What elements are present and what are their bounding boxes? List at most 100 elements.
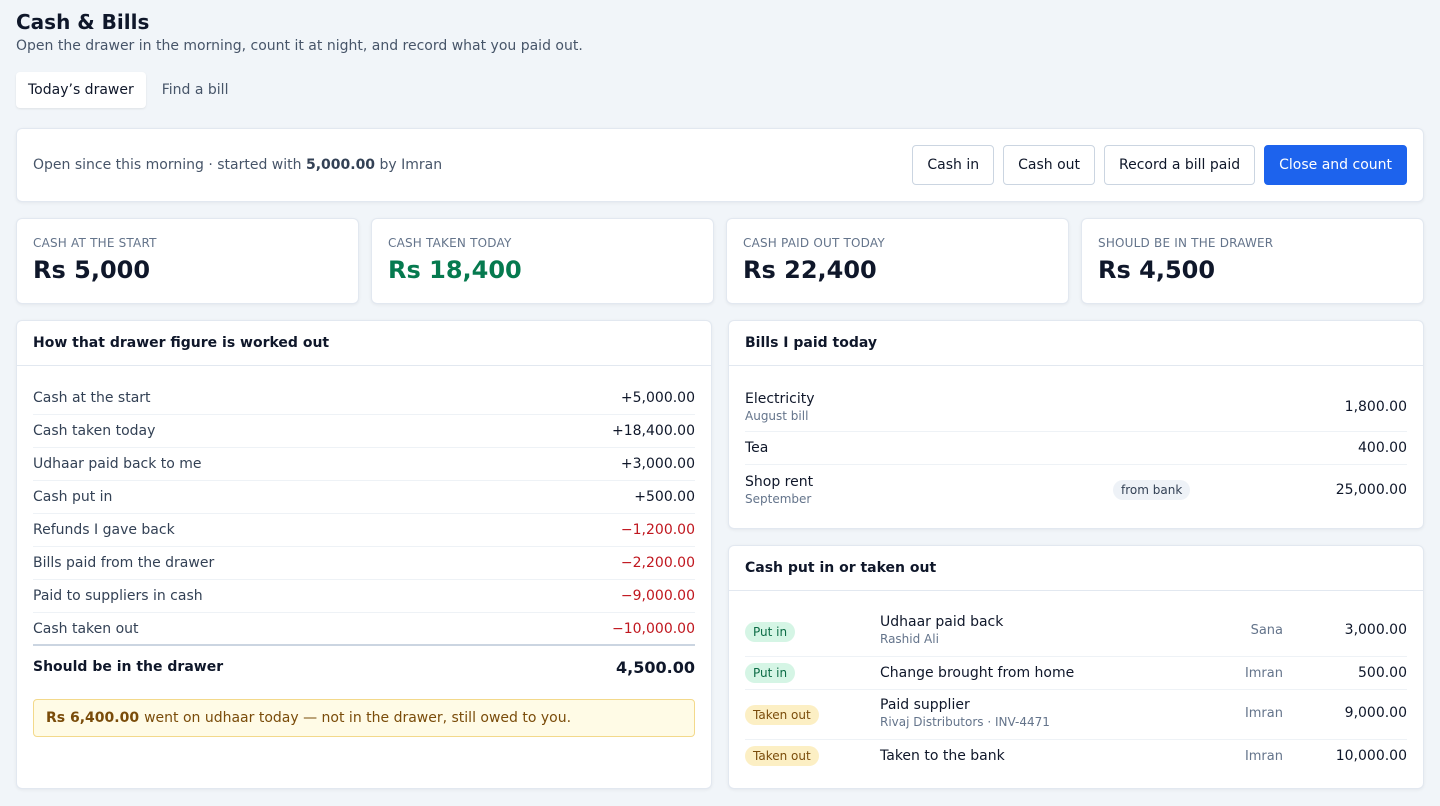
calc-total-row: Should be in the drawer 4,500.00	[33, 647, 695, 687]
tab-bar: Today’s drawer Find a bill	[16, 72, 240, 108]
movement-detail: Rivaj Distributors · INV-4471	[880, 715, 1050, 729]
stat-label: Should be in the drawer	[1098, 236, 1274, 250]
calc-row: Cash at the start +5,000.00	[33, 382, 695, 415]
calc-row: Cash put in +500.00	[33, 481, 695, 514]
calc-label: Paid to suppliers in cash	[33, 588, 203, 604]
bill-amount: 25,000.00	[1335, 482, 1407, 498]
bill-row[interactable]: Tea 400.00	[745, 432, 1407, 465]
drawer-calculation-panel: How that drawer figure is worked out Cas…	[16, 320, 712, 789]
calc-amount: −10,000.00	[612, 620, 695, 637]
stat-value: Rs 22,400	[743, 256, 877, 284]
calc-row: Cash taken today +18,400.00	[33, 415, 695, 448]
calc-amount: −1,200.00	[620, 522, 695, 538]
movement-person: Imran	[1244, 749, 1283, 764]
udhaar-amount: Rs 6,400.00	[46, 710, 140, 726]
calc-label: Cash put in	[33, 489, 113, 505]
tab-todays-drawer[interactable]: Today’s drawer	[16, 72, 146, 108]
calc-label: Cash taken out	[33, 620, 139, 637]
page-subtitle: Open the drawer in the morning, count it…	[16, 38, 583, 54]
calc-row: Refunds I gave back −1,200.00	[33, 514, 695, 547]
divider	[729, 365, 1423, 366]
movement-amount: 10,000.00	[1335, 748, 1407, 764]
calculation-list: Cash at the start +5,000.00 Cash taken to…	[33, 382, 695, 646]
calc-label: Cash taken today	[33, 423, 156, 439]
bill-amount: 1,800.00	[1344, 398, 1407, 415]
movement-description: Paid supplier	[880, 697, 970, 713]
calc-amount: +18,400.00	[612, 423, 695, 439]
udhaar-note: Rs 6,400.00 went on udhaar today — not i…	[33, 699, 695, 737]
bill-amount: 400.00	[1358, 440, 1407, 456]
panel-title: How that drawer figure is worked out	[33, 335, 330, 351]
stat-should-be-in-drawer: Should be in the drawer Rs 4,500	[1081, 218, 1424, 304]
stat-cash-paid-out: Cash paid out today Rs 22,400	[726, 218, 1069, 304]
stat-label: Cash paid out today	[743, 236, 885, 250]
stat-cash-taken: Cash taken today Rs 18,400	[371, 218, 714, 304]
movement-type-badge: Taken out	[745, 746, 819, 766]
stat-value: Rs 4,500	[1098, 256, 1216, 284]
movement-row[interactable]: Put in Change brought from home Imran 50…	[745, 657, 1407, 690]
record-bill-button[interactable]: Record a bill paid	[1104, 145, 1256, 185]
movement-description: Taken to the bank	[880, 748, 1005, 764]
movement-amount: 9,000.00	[1344, 705, 1407, 721]
movement-row[interactable]: Put in Udhaar paid back Rashid Ali Sana 3…	[745, 607, 1407, 657]
movement-detail: Rashid Ali	[880, 632, 939, 646]
movement-person: Imran	[1244, 706, 1283, 721]
stat-value: Rs 5,000	[33, 256, 151, 284]
calc-amount: −2,200.00	[620, 555, 695, 571]
movement-amount: 500.00	[1358, 665, 1407, 681]
calc-amount: +500.00	[634, 489, 695, 505]
calc-row: Cash taken out −10,000.00	[33, 613, 695, 646]
udhaar-text: went on udhaar today — not in the drawer…	[144, 710, 572, 726]
cash-movements-panel: Cash put in or taken out Put in Udhaar p…	[728, 545, 1424, 789]
stat-value: Rs 18,400	[388, 256, 522, 284]
calc-amount: +5,000.00	[620, 390, 695, 406]
bill-name: Shop rent	[745, 474, 814, 490]
movement-amount: 3,000.00	[1344, 622, 1407, 638]
calc-row: Bills paid from the drawer −2,200.00	[33, 547, 695, 580]
from-bank-badge: from bank	[1113, 480, 1191, 500]
drawer-status-bar: Open since this morning · started with 5…	[16, 128, 1424, 202]
movement-description: Change brought from home	[880, 665, 1075, 681]
bill-subtitle: August bill	[745, 408, 809, 423]
total-label: Should be in the drawer	[33, 659, 224, 675]
calc-label: Cash at the start	[33, 390, 151, 406]
stat-label: Cash at the start	[33, 236, 157, 250]
movement-type-badge: Put in	[745, 663, 796, 683]
bill-subtitle: September	[745, 492, 812, 506]
movement-type-badge: Taken out	[745, 705, 819, 725]
calc-label: Bills paid from the drawer	[33, 555, 215, 571]
divider	[729, 590, 1423, 591]
calc-label: Refunds I gave back	[33, 522, 175, 538]
panel-title: Cash put in or taken out	[745, 560, 937, 576]
bill-row[interactable]: Shop rent September from bank 25,000.00	[745, 465, 1407, 515]
bills-list: Electricity August bill 1,800.00 Tea 400.…	[745, 382, 1407, 515]
cash-in-button[interactable]: Cash in	[912, 145, 995, 185]
tab-find-a-bill[interactable]: Find a bill	[150, 72, 241, 108]
drawer-status-text: Open since this morning · started with 5…	[33, 157, 442, 173]
stat-label: Cash taken today	[388, 236, 512, 250]
movement-row[interactable]: Taken out Paid supplier Rivaj Distributor…	[745, 690, 1407, 740]
movement-person: Sana	[1250, 623, 1283, 638]
divider	[17, 365, 711, 366]
bills-paid-panel: Bills I paid today Electricity August bil…	[728, 320, 1424, 529]
bill-row[interactable]: Electricity August bill 1,800.00	[745, 382, 1407, 432]
bill-name: Tea	[745, 440, 769, 456]
cash-out-button[interactable]: Cash out	[1003, 145, 1096, 185]
opened-by: by Imran	[379, 157, 443, 173]
movement-description: Udhaar paid back	[880, 614, 1004, 630]
starting-amount: 5,000.00	[305, 157, 376, 173]
page-title: Cash & Bills	[16, 10, 150, 34]
calc-row: Udhaar paid back to me +3,000.00	[33, 448, 695, 481]
status-prefix: Open since this morning · started with	[33, 157, 302, 173]
calc-amount: −9,000.00	[620, 588, 695, 604]
movement-type-badge: Put in	[745, 622, 796, 642]
movements-list: Put in Udhaar paid back Rashid Ali Sana 3…	[745, 607, 1407, 773]
total-amount: 4,500.00	[616, 657, 695, 677]
bill-name: Electricity	[745, 390, 815, 407]
calc-label: Udhaar paid back to me	[33, 456, 202, 472]
close-and-count-button[interactable]: Close and count	[1264, 145, 1407, 185]
movement-row[interactable]: Taken out Taken to the bank Imran 10,000…	[745, 740, 1407, 773]
stat-cash-start: Cash at the start Rs 5,000	[16, 218, 359, 304]
calc-row: Paid to suppliers in cash −9,000.00	[33, 580, 695, 613]
calc-amount: +3,000.00	[620, 456, 695, 472]
